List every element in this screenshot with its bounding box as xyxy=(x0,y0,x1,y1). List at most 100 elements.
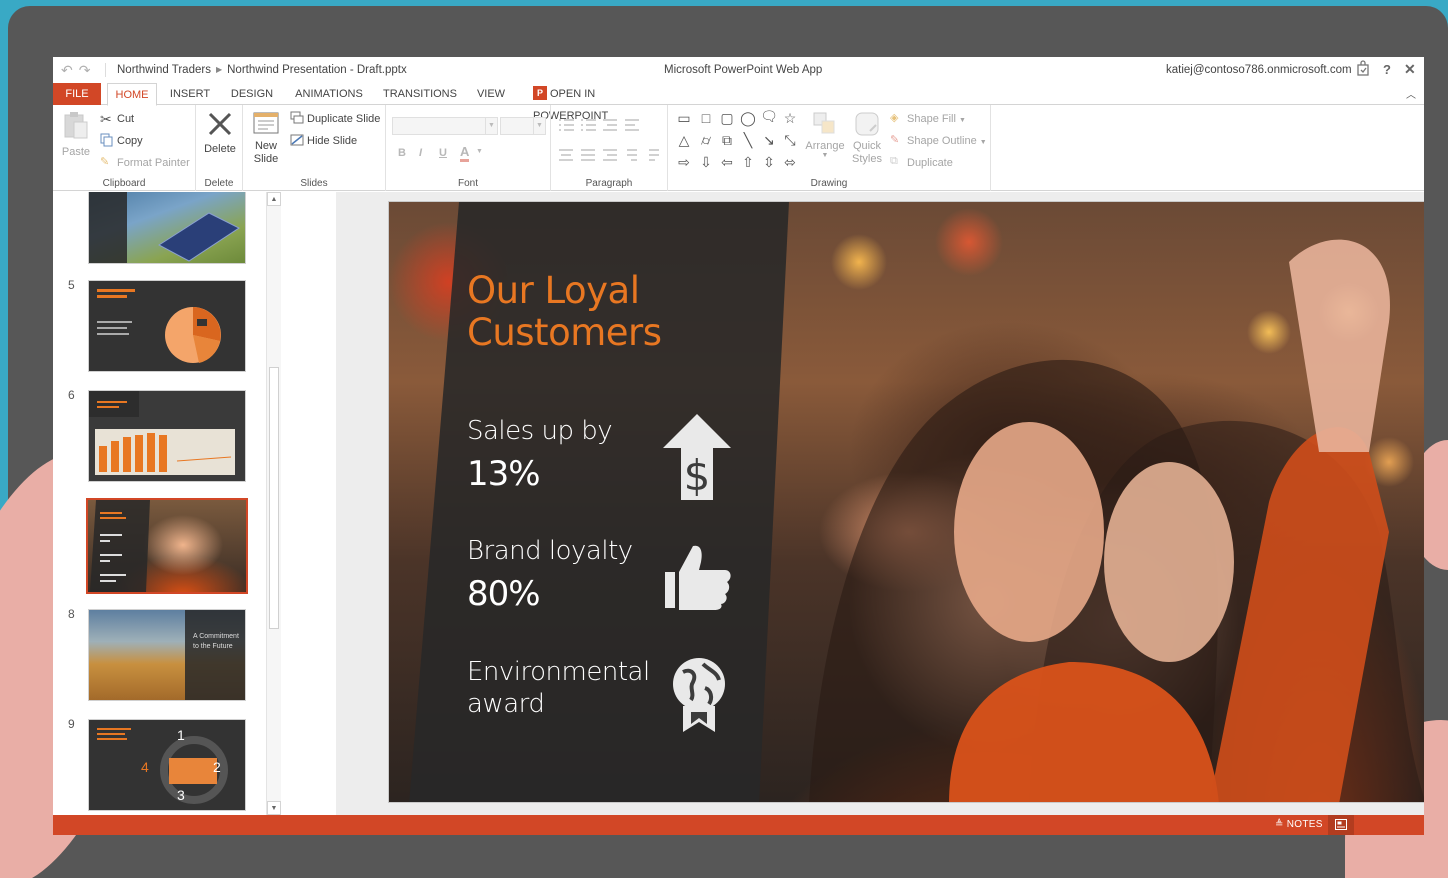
notes-button[interactable]: ≜ NOTES xyxy=(1275,819,1323,830)
delete-button[interactable]: Delete xyxy=(201,110,239,155)
down-arrow-shape-icon[interactable]: ⇩ xyxy=(697,153,715,171)
paste-icon xyxy=(64,112,88,139)
cube-shape-icon[interactable]: ⧉ xyxy=(718,131,736,149)
loyal-customers-thumbnail xyxy=(100,512,126,582)
tab-home[interactable]: HOME xyxy=(107,83,157,106)
stat-loyalty-label: Brand loyalty xyxy=(467,536,633,566)
tab-animations[interactable]: ANIMATIONS xyxy=(289,83,369,105)
ribbon-tabs: FILE HOME INSERT DESIGN ANIMATIONS TRANS… xyxy=(53,83,1424,122)
breadcrumb-site[interactable]: Northwind Traders xyxy=(117,64,211,76)
format-painter-label: Format Painter xyxy=(117,156,190,169)
scroll-down-icon[interactable]: ▼ xyxy=(267,801,281,815)
double-arrow-line-shape-icon[interactable]: ⤡ xyxy=(781,131,799,149)
arrange-label: Arrange xyxy=(805,140,845,152)
title-separator xyxy=(105,63,106,77)
underline-button[interactable]: U xyxy=(439,147,447,159)
scrollbar-thumb[interactable] xyxy=(269,367,279,629)
scroll-up-icon[interactable]: ▲ xyxy=(267,192,281,206)
cylinder-shape-icon[interactable]: ⌭ xyxy=(697,131,715,149)
duplicate-slide-icon xyxy=(290,111,304,125)
collapse-ribbon-icon[interactable]: ︿ xyxy=(1406,86,1416,101)
slide-editor: Our Loyal Customers Sales up by 13% $ Br… xyxy=(336,192,1424,815)
share-icon[interactable] xyxy=(1356,60,1370,80)
hide-slide-label: Hide Slide xyxy=(307,134,358,147)
help-icon[interactable]: ? xyxy=(1383,62,1391,77)
slide-thumbnail-5[interactable] xyxy=(88,280,246,372)
ribbon: Paste ✂ Cut Copy ✎ Format Painter Clipboar… xyxy=(53,105,1424,191)
shape-outline-button[interactable]: ✎ Shape Outline ▼ xyxy=(890,134,987,148)
new-slide-icon xyxy=(253,112,279,134)
duplicate-shape-button[interactable]: ⧉ Duplicate xyxy=(890,155,953,170)
shape-fill-label: Shape Fill xyxy=(907,112,956,125)
user-account[interactable]: katiej@contoso786.onmicrosoft.com xyxy=(1166,64,1352,76)
font-size-select[interactable]: ▼ xyxy=(500,117,546,135)
arrow-line-shape-icon[interactable]: ↘ xyxy=(760,131,778,149)
thumb-dark-band xyxy=(185,610,245,700)
current-slide[interactable]: Our Loyal Customers Sales up by 13% $ Br… xyxy=(388,201,1424,803)
slide-title-line-2: Customers xyxy=(467,311,662,354)
slide-thumbnail-4[interactable] xyxy=(88,192,246,264)
duplicate-shape-icon: ⧉ xyxy=(890,155,898,167)
italic-button[interactable]: I xyxy=(419,147,422,159)
paint-bucket-icon: ◈ xyxy=(890,112,899,124)
shape-fill-button[interactable]: ◈ Shape Fill ▼ xyxy=(890,112,966,126)
undo-redo-icons[interactable]: ↶↷ xyxy=(61,62,96,79)
star-shape-icon[interactable]: ☆ xyxy=(781,109,799,127)
font-color-button[interactable]: A xyxy=(460,144,470,162)
globe-award-icon xyxy=(673,658,725,732)
app-title: Microsoft PowerPoint Web App xyxy=(664,64,823,76)
tab-transitions[interactable]: TRANSITIONS xyxy=(381,83,459,105)
delete-group-label: Delete xyxy=(204,178,234,189)
stat-award-label: Environmental award xyxy=(467,656,650,720)
callout-shape-icon[interactable]: 🗨 xyxy=(760,107,778,125)
normal-view-icon[interactable] xyxy=(1328,815,1354,835)
thumbnail-list: 5 6 8 A Commitment to the Future 9 1 2 3… xyxy=(53,192,268,815)
tab-design[interactable]: DESIGN xyxy=(225,83,279,105)
paste-button[interactable]: Paste xyxy=(61,111,91,158)
slide-thumbnail-7-selected[interactable] xyxy=(86,498,248,594)
font-name-select[interactable]: ▼ xyxy=(392,117,498,135)
tab-file[interactable]: FILE xyxy=(53,83,101,105)
tab-view[interactable]: VIEW xyxy=(471,83,511,105)
open-in-powerpoint-button[interactable]: P OPEN IN POWERPOINT xyxy=(533,83,665,122)
new-slide-label-1: New xyxy=(254,140,277,152)
triangle-shape-icon[interactable]: △ xyxy=(675,131,693,149)
format-painter-button[interactable]: ✎ Format Painter xyxy=(100,156,190,170)
paragraph-controls xyxy=(559,119,659,161)
new-slide-button[interactable]: New Slide xyxy=(249,109,283,166)
notes-icon: ≜ xyxy=(1275,819,1284,830)
slide-thumbnail-9[interactable]: 1 2 3 4 xyxy=(88,719,246,811)
hide-slide-button[interactable]: Hide Slide xyxy=(290,134,357,148)
duplicate-slide-button[interactable]: Duplicate Slide xyxy=(290,111,380,126)
slide-title-line-1: Our Loyal xyxy=(467,269,640,312)
chevron-down-icon: ▼ xyxy=(958,116,966,124)
powerpoint-web-app: ↶↷ Northwind Traders ▶ Northwind Presentat… xyxy=(53,57,1424,835)
quick-styles-button[interactable]: Quick Styles xyxy=(848,111,886,166)
close-icon[interactable]: ✕ xyxy=(1404,61,1416,78)
pen-outline-icon: ✎ xyxy=(890,134,900,146)
thumbnail-scrollbar[interactable]: ▲ ▼ xyxy=(266,192,281,815)
chevron-down-icon: ▼ xyxy=(485,118,497,134)
rectangle-shape-icon[interactable]: □ xyxy=(697,109,715,127)
slide-thumbnail-6[interactable] xyxy=(88,390,246,482)
line-shape-icon[interactable]: ╲ xyxy=(739,131,757,149)
tab-insert[interactable]: INSERT xyxy=(165,83,215,105)
bold-button[interactable]: B xyxy=(398,147,406,159)
oval-shape-icon[interactable]: ◯ xyxy=(739,109,757,127)
arrange-button[interactable]: Arrange ▼ xyxy=(804,111,846,159)
slide-number-8: 8 xyxy=(68,607,75,621)
diagram-thumbnail: 1 2 3 4 xyxy=(97,727,228,804)
up-down-arrow-shape-icon[interactable]: ⇳ xyxy=(760,153,778,171)
right-arrow-shape-icon[interactable]: ⇨ xyxy=(675,153,693,171)
left-arrow-shape-icon[interactable]: ⇦ xyxy=(718,153,736,171)
rounded-rectangle-shape-icon[interactable]: ▢ xyxy=(718,109,736,127)
copy-button[interactable]: Copy xyxy=(100,133,143,148)
textbox-shape-icon[interactable]: ▭ xyxy=(675,109,693,127)
solar-panel-image xyxy=(158,212,240,262)
up-arrow-shape-icon[interactable]: ⇧ xyxy=(739,153,757,171)
cut-button[interactable]: ✂ Cut xyxy=(100,111,134,127)
left-right-arrow-shape-icon[interactable]: ⬄ xyxy=(781,153,799,171)
group-clipboard: Paste ✂ Cut Copy ✎ Format Painter Clipboar… xyxy=(53,105,196,191)
slide-thumbnail-8[interactable]: A Commitment to the Future xyxy=(88,609,246,701)
chevron-down-icon[interactable]: ▼ xyxy=(476,148,483,155)
